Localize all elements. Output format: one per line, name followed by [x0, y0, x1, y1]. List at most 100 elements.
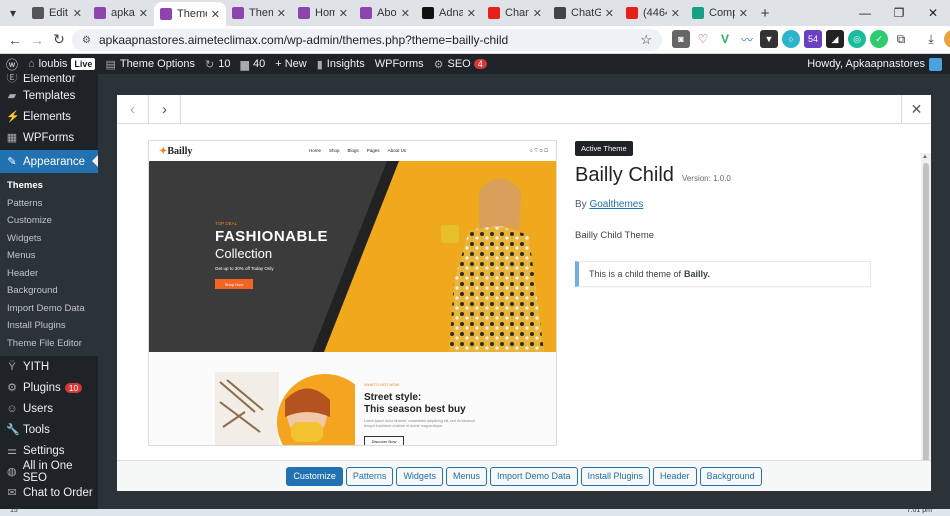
browser-tab[interactable]: About ✕: [354, 2, 416, 24]
browser-tab[interactable]: Themes ✕: [154, 2, 226, 26]
chat-icon: ✉: [7, 487, 17, 499]
next-theme-button[interactable]: ›: [149, 95, 181, 124]
patterns-button[interactable]: Patterns: [345, 466, 394, 486]
forward-icon[interactable]: →: [26, 32, 48, 48]
menus-button[interactable]: Menus: [445, 466, 487, 486]
profile-avatar-icon[interactable]: ☺: [944, 30, 950, 48]
insights-link[interactable]: ▮ Insights: [317, 58, 365, 71]
site-info-icon[interactable]: ⚙: [82, 35, 91, 46]
wpforms-link[interactable]: WPForms: [375, 58, 424, 70]
tab-close-icon[interactable]: ✕: [401, 7, 410, 20]
hero-shop-button: Shop Now: [215, 279, 253, 289]
bar-chart-icon: ▮: [316, 58, 323, 71]
submenu-item-widgets[interactable]: Widgets: [0, 230, 98, 248]
circle-extension-icon[interactable]: ○: [782, 30, 800, 48]
customize-button[interactable]: Customize: [286, 466, 343, 486]
comments-link[interactable]: ▆ 40: [241, 58, 266, 71]
sidebar-item-appearance[interactable]: ✎ Appearance: [0, 150, 98, 173]
browser-tab[interactable]: Channel ✕: [482, 2, 548, 24]
tab-close-icon[interactable]: ✕: [73, 7, 82, 20]
modal-scrollbar[interactable]: ▲ ▼: [921, 153, 931, 489]
tab-close-icon[interactable]: ✕: [277, 7, 286, 20]
scribble-extension-icon[interactable]: 〰: [738, 30, 756, 48]
back-icon[interactable]: ←: [4, 32, 26, 48]
submenu-item-header[interactable]: Header: [0, 265, 98, 283]
tab-close-icon[interactable]: ✕: [467, 7, 476, 20]
submenu-item-themes[interactable]: Themes: [0, 177, 98, 195]
seo-link[interactable]: ⚙ SEO 4: [434, 58, 487, 71]
heart-extension-icon[interactable]: ♡: [694, 30, 712, 48]
sidebar-item-all-in-one-seo[interactable]: ◍ All in One SEO: [0, 460, 98, 484]
submenu-item-import-demo-data[interactable]: Import Demo Data: [0, 300, 98, 318]
tab-close-icon[interactable]: ✕: [533, 7, 542, 20]
new-tab-button[interactable]: +: [754, 5, 776, 22]
tab-close-icon[interactable]: ✕: [339, 7, 348, 20]
header-button[interactable]: Header: [653, 466, 697, 486]
submenu-item-menus[interactable]: Menus: [0, 247, 98, 265]
tab-close-icon[interactable]: ✕: [211, 8, 220, 21]
tab-close-icon[interactable]: ✕: [605, 7, 614, 20]
browser-tab[interactable]: Themes ✕: [226, 2, 292, 24]
badge-extension-icon[interactable]: 54: [804, 30, 822, 48]
taskbar-clock[interactable]: 7:01 pm: [907, 507, 932, 514]
scroll-up-icon[interactable]: ▲: [922, 154, 928, 160]
browser-tab[interactable]: Home ✕: [292, 2, 354, 24]
tab-close-icon[interactable]: ✕: [139, 7, 148, 20]
sidebar-item-elements[interactable]: ⚡ Elements: [0, 106, 98, 127]
updates-link[interactable]: ↻ 10: [205, 58, 230, 71]
bookmark-star-icon[interactable]: ☆: [640, 32, 652, 48]
sidebar-item-templates[interactable]: ▰ Templates: [0, 85, 98, 106]
browser-tab[interactable]: Edit "Ap ✕: [26, 2, 88, 24]
tab-search-icon[interactable]: ▾: [0, 0, 26, 26]
sidebar-item-chat-to-order[interactable]: ✉ Chat to Order: [0, 482, 98, 503]
address-bar[interactable]: ⚙ apkaapnastores.aimeteclimax.com/wp-adm…: [72, 29, 662, 51]
submenu-item-patterns[interactable]: Patterns: [0, 195, 98, 213]
close-modal-button[interactable]: ✕: [901, 95, 931, 124]
restore-icon[interactable]: ❐: [882, 0, 916, 26]
browser-tab[interactable]: ChatGPT ✕: [548, 2, 620, 24]
puzzle-extensions-icon[interactable]: ⧉: [892, 30, 910, 48]
install-plugins-button[interactable]: Install Plugins: [580, 466, 651, 486]
author-link[interactable]: Goalthemes: [589, 199, 643, 210]
reload-icon[interactable]: ↻: [48, 31, 70, 48]
scrollbar-thumb[interactable]: [923, 163, 929, 468]
site-name-link[interactable]: ⌂ loubis Live: [28, 58, 96, 70]
green-extension-icon[interactable]: ◎: [848, 30, 866, 48]
browser-tab[interactable]: apkaap ✕: [88, 2, 154, 24]
minimize-icon[interactable]: —: [848, 0, 882, 26]
submenu-item-customize[interactable]: Customize: [0, 212, 98, 230]
check-extension-icon[interactable]: ✓: [870, 30, 888, 48]
child-theme-notice: This is a child theme of Bailly.: [575, 261, 871, 287]
sidebar-item-tools[interactable]: 🔧 Tools: [0, 419, 98, 440]
sidebar-item-users[interactable]: ☺ Users: [0, 398, 98, 419]
account-menu[interactable]: Howdy, Apkaapnastores: [807, 54, 942, 74]
tab-close-icon[interactable]: ✕: [671, 7, 680, 20]
v-extension-icon[interactable]: V: [716, 30, 734, 48]
tab-close-icon[interactable]: ✕: [739, 7, 748, 20]
url-text[interactable]: apkaapnastores.aimeteclimax.com/wp-admin…: [99, 33, 640, 47]
camera-extension-icon[interactable]: ◙: [672, 30, 690, 48]
sidebar-item-yith[interactable]: Ÿ YITH: [0, 356, 98, 377]
import-demo-data-button[interactable]: Import Demo Data: [489, 466, 578, 486]
dark-extension-icon[interactable]: ◢: [826, 30, 844, 48]
browser-tab[interactable]: Compre ✕: [686, 2, 754, 24]
widgets-button[interactable]: Widgets: [396, 466, 443, 486]
sidebar-item-elementor[interactable]: Ⓔ Elementor: [0, 74, 98, 85]
submenu-item-background[interactable]: Background: [0, 282, 98, 300]
sidebar-item-plugins[interactable]: ⚙ Plugins 10: [0, 377, 98, 398]
submenu-item-install-plugins[interactable]: Install Plugins: [0, 317, 98, 335]
theme-options-link[interactable]: ▤ Theme Options: [105, 58, 195, 71]
shield-extension-icon[interactable]: ▼: [760, 30, 778, 48]
background-button[interactable]: Background: [699, 466, 762, 486]
close-window-icon[interactable]: ✕: [916, 0, 950, 26]
sidebar-item-wpforms[interactable]: ▦ WPForms: [0, 127, 98, 148]
wp-logo-icon[interactable]: ⓦ: [6, 56, 18, 73]
browser-tab[interactable]: (4464) Y ✕: [620, 2, 686, 24]
weather-widget[interactable]: 15°: [10, 507, 21, 514]
browser-tab[interactable]: Adnan k ✕: [416, 2, 482, 24]
download-icon[interactable]: ⤓: [922, 30, 940, 48]
new-content-link[interactable]: + New: [275, 58, 307, 70]
previous-theme-button[interactable]: ‹: [117, 95, 149, 124]
submenu-item-theme-file-editor[interactable]: Theme File Editor: [0, 335, 98, 353]
sidebar-item-settings[interactable]: ⚌ Settings: [0, 440, 98, 461]
